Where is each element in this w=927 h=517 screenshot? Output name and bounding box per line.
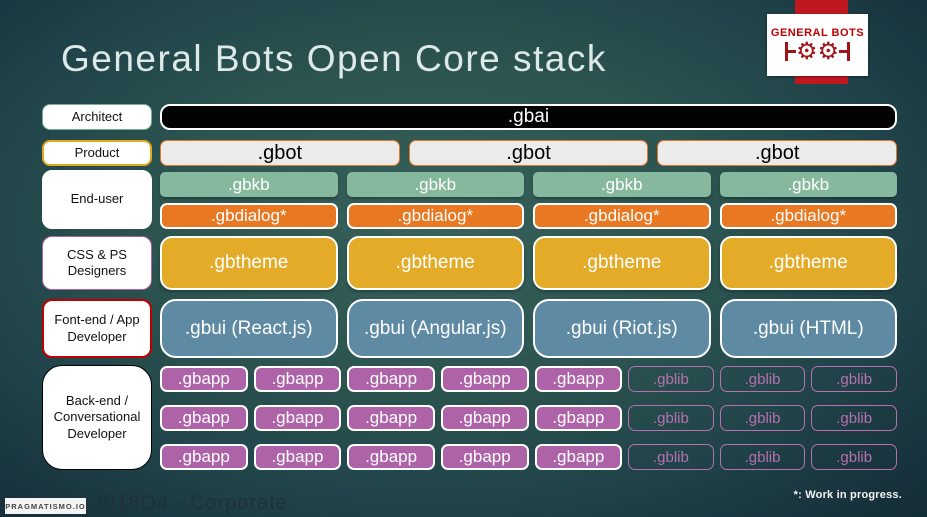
stack-box-gbapp: .gbapp bbox=[160, 366, 248, 392]
stack-box-gbui-angular: .gbui (Angular.js) bbox=[346, 299, 524, 358]
stack-box-gbapp: .gbapp bbox=[440, 405, 529, 431]
row-gbdialog: .gbdialog* .gbdialog* .gbdialog* .gbdial… bbox=[160, 203, 897, 229]
stack-box-gbapp: .gbapp bbox=[440, 444, 529, 470]
gear-tick-right bbox=[839, 42, 851, 61]
double-gear-icon: ⚙ ⚙ bbox=[784, 37, 851, 65]
stack-box-gblib: .gblib bbox=[719, 366, 806, 392]
stack-box-gbapp: .gbapp bbox=[160, 405, 248, 431]
role-label-app-developer: Font-end / App Developer bbox=[42, 299, 152, 358]
stack-box-gbapp: .gbapp bbox=[347, 405, 435, 431]
stack-box-gbkb: .gbkb bbox=[346, 172, 524, 197]
pragmatismo-logo: PRAGMATISMO.IO bbox=[5, 498, 86, 514]
general-bots-logo: GENERAL BOTS ⚙ ⚙ bbox=[767, 14, 868, 76]
stack-box-gblib: .gblib bbox=[811, 405, 897, 431]
role-label-product: Product bbox=[42, 140, 152, 166]
role-label-end-user: End-user bbox=[42, 170, 152, 229]
stack-box-gbui-html: .gbui (HTML) bbox=[719, 299, 897, 358]
stack-box-gblib: .gblib bbox=[719, 405, 806, 431]
role-label-architect: Architect bbox=[42, 104, 152, 130]
stack-box-gbapp: .gbapp bbox=[534, 366, 623, 392]
stack-box-gbapp: .gbapp bbox=[253, 366, 342, 392]
stack-box-gbapp: .gbapp bbox=[440, 366, 529, 392]
stack-box-gbui-riot: .gbui (Riot.js) bbox=[533, 299, 711, 358]
row-gbapp-2: .gbapp .gbapp .gbapp .gbapp .gbapp .gbli… bbox=[160, 405, 897, 431]
stack-box-gbapp: .gbapp bbox=[253, 405, 342, 431]
stack-box-gbapp: .gbapp bbox=[347, 444, 435, 470]
gear-icon: ⚙ bbox=[817, 37, 840, 65]
row-gbot: .gbot .gbot .gbot bbox=[160, 140, 898, 166]
row-gbai: .gbai bbox=[160, 104, 897, 130]
stack-box-gbapp: .gbapp bbox=[347, 366, 435, 392]
row-gbapp-3: .gbapp .gbapp .gbapp .gbapp .gbapp .gbli… bbox=[160, 444, 897, 470]
stack-box-gbot: .gbot bbox=[160, 140, 400, 166]
slide-canvas: General Bots Open Core stack GENERAL BOT… bbox=[0, 0, 927, 517]
stack-box-gblib: .gblib bbox=[628, 444, 714, 470]
stack-box-gbkb: .gbkb bbox=[533, 172, 711, 197]
footer-caption: 2018Q4 - Corporate bbox=[92, 492, 288, 514]
stack-box-gblib: .gblib bbox=[628, 405, 714, 431]
stack-box-gbtheme: .gbtheme bbox=[160, 236, 338, 290]
gear-icon: ⚙ bbox=[795, 37, 818, 65]
stack-box-gbapp: .gbapp bbox=[534, 444, 623, 470]
stack-box-gbdialog: .gbdialog* bbox=[533, 203, 711, 229]
stack-box-gbdialog: .gbdialog* bbox=[160, 203, 338, 229]
stack-box-gblib: .gblib bbox=[628, 366, 714, 392]
role-label-css-ps-designers: CSS & PS Designers bbox=[42, 236, 152, 290]
gear-tick-left bbox=[784, 42, 796, 61]
stack-box-gbapp: .gbapp bbox=[534, 405, 623, 431]
stack-box-gbtheme: .gbtheme bbox=[346, 236, 524, 290]
stack-box-gbot: .gbot bbox=[408, 140, 649, 166]
row-gbapp-1: .gbapp .gbapp .gbapp .gbapp .gbapp .gbli… bbox=[160, 366, 897, 392]
stack-box-gbapp: .gbapp bbox=[160, 444, 248, 470]
stack-box-gbai: .gbai bbox=[160, 104, 897, 130]
stack-box-gbtheme: .gbtheme bbox=[719, 236, 897, 290]
stack-box-gbui-react: .gbui (React.js) bbox=[160, 299, 338, 358]
stack-box-gbkb: .gbkb bbox=[719, 172, 897, 197]
stack-box-gblib: .gblib bbox=[811, 444, 897, 470]
stack-box-gbapp: .gbapp bbox=[253, 444, 342, 470]
work-in-progress-note: *: Work in progress. bbox=[793, 489, 902, 501]
logo-brand-text: GENERAL BOTS bbox=[770, 26, 865, 39]
stack-box-gbkb: .gbkb bbox=[160, 172, 338, 197]
stack-box-gblib: .gblib bbox=[719, 444, 806, 470]
row-gbui: .gbui (React.js) .gbui (Angular.js) .gbu… bbox=[160, 299, 897, 358]
stack-box-gbtheme: .gbtheme bbox=[533, 236, 711, 290]
page-title: General Bots Open Core stack bbox=[61, 38, 607, 79]
row-gbtheme: .gbtheme .gbtheme .gbtheme .gbtheme bbox=[160, 236, 897, 290]
stack-box-gbdialog: .gbdialog* bbox=[719, 203, 897, 229]
stack-box-gblib: .gblib bbox=[811, 366, 897, 392]
stack-box-gbdialog: .gbdialog* bbox=[346, 203, 524, 229]
stack-box-gbot: .gbot bbox=[657, 140, 898, 166]
role-label-backend-developer: Back-end / Conversational Developer bbox=[42, 365, 152, 470]
row-gbkb: .gbkb .gbkb .gbkb .gbkb bbox=[160, 172, 897, 197]
